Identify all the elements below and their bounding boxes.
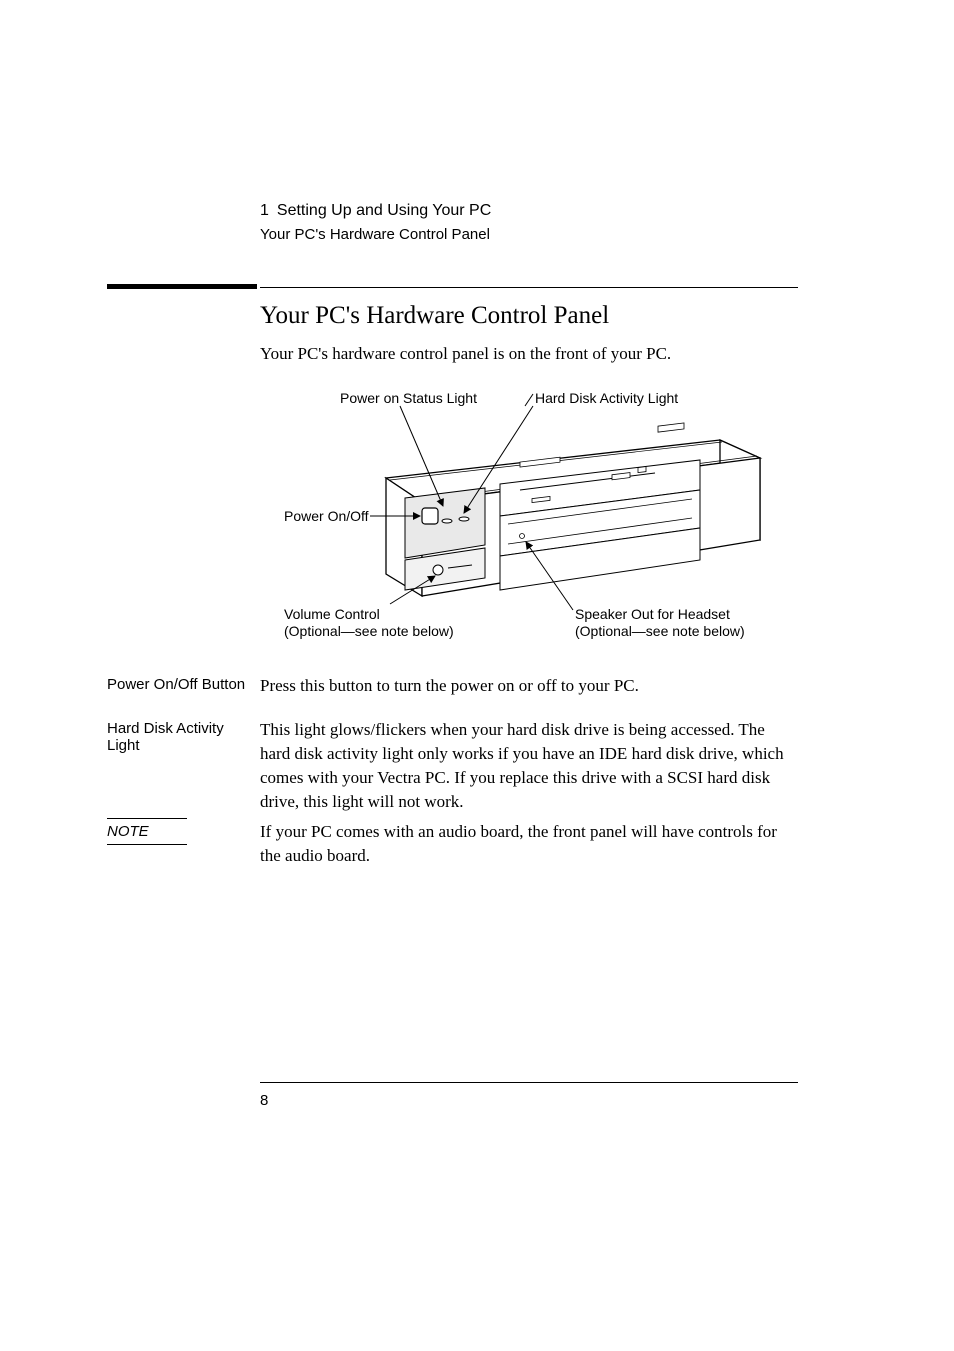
page-number: 8	[260, 1092, 268, 1109]
chapter-title: Setting Up and Using Your PC	[277, 202, 491, 219]
note-rule-top	[107, 818, 187, 819]
definitions-block: Power On/Off Button Press this button to…	[107, 674, 798, 834]
chapter-line: 1 Setting Up and Using Your PC	[260, 202, 491, 220]
definition-body: Press this button to turn the power on o…	[260, 674, 798, 698]
note-label: NOTE	[107, 823, 260, 840]
header-subsection: Your PC's Hardware Control Panel	[260, 226, 491, 243]
section-title: Your PC's Hardware Control Panel	[260, 302, 609, 330]
running-header: 1 Setting Up and Using Your PC Your PC's …	[260, 202, 491, 243]
definition-body: This light glows/flickers when your hard…	[260, 718, 798, 814]
note-label-column: NOTE	[107, 818, 260, 868]
manual-page: 1 Setting Up and Using Your PC Your PC's …	[0, 0, 954, 1351]
note-body: If your PC comes with an audio board, th…	[260, 818, 798, 868]
note-block: NOTE If your PC comes with an audio boar…	[107, 818, 798, 868]
chapter-number: 1	[260, 202, 269, 219]
definition-row: Hard Disk Activity Light This light glow…	[107, 718, 798, 814]
note-rule-bottom	[107, 844, 187, 845]
pc-front-illustration	[260, 380, 800, 648]
header-rule-thin	[260, 287, 798, 288]
definition-term: Power On/Off Button	[107, 674, 260, 693]
control-panel-diagram: Power on Status Light Hard Disk Activity…	[260, 380, 800, 648]
definition-row: Power On/Off Button Press this button to…	[107, 674, 798, 698]
definition-term: Hard Disk Activity Light	[107, 718, 260, 754]
header-rule-thick	[107, 284, 257, 289]
intro-text: Your PC's hardware control panel is on t…	[260, 344, 671, 364]
footer-rule	[260, 1082, 798, 1083]
